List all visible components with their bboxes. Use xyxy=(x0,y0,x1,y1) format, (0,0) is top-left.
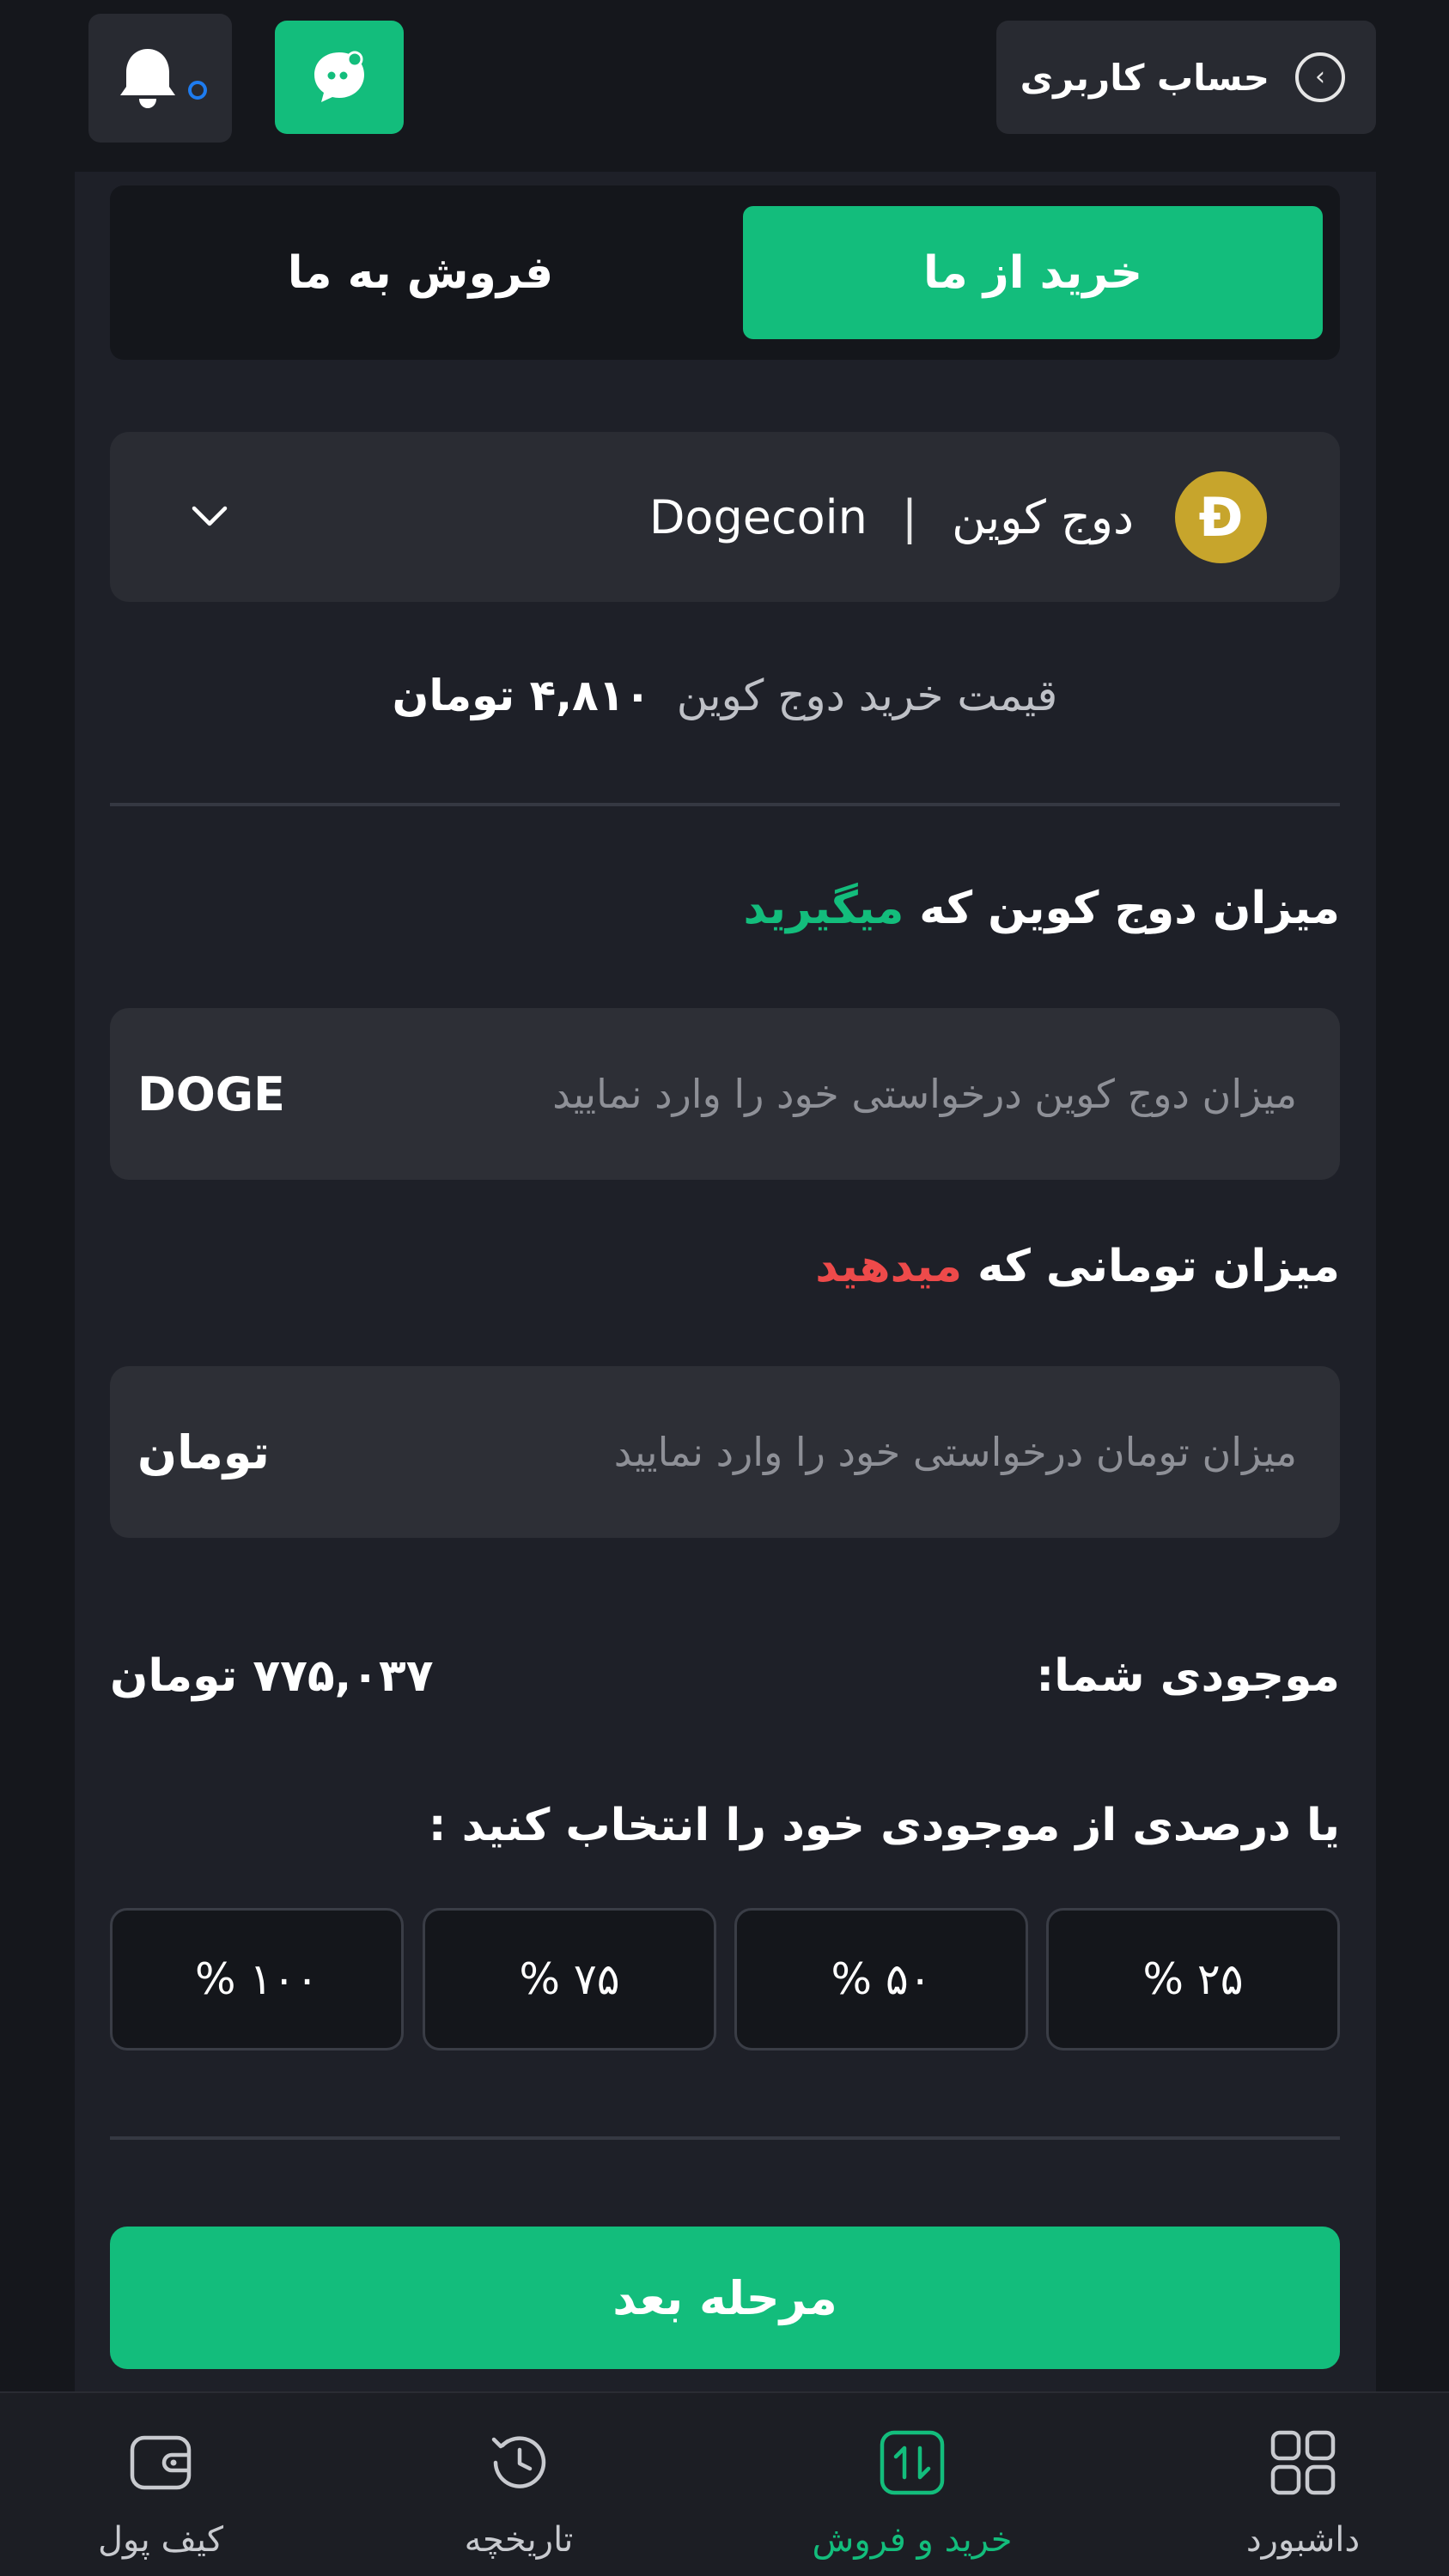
percent-label-text: یا درصدی از موجودی خود را انتخاب کنید : xyxy=(428,1800,1340,1851)
chat-bubble-icon xyxy=(314,51,364,102)
coin-name-separator: | xyxy=(901,489,918,544)
balance-value: ۷۷۵,۰۳۷ تومان xyxy=(110,1650,434,1702)
coin-name-fa: دوج کوین xyxy=(952,489,1134,544)
nav-label-trade: خرید و فروش xyxy=(812,2520,1013,2560)
dogecoin-logo-icon: Ð xyxy=(1175,471,1267,563)
nav-label-dashboard: داشبورد xyxy=(1245,2520,1361,2560)
percent-75-button[interactable]: ۷۵ % xyxy=(423,1908,716,2050)
exchange-icon xyxy=(880,2430,945,2495)
percent-100-button[interactable]: ۱۰۰ % xyxy=(110,1908,404,2050)
percent-50-button[interactable]: ۵۰ % xyxy=(734,1908,1028,2050)
account-button[interactable]: حساب کاربری ‹ xyxy=(996,21,1376,134)
trade-tabs: خرید از ما فروش به ما xyxy=(110,185,1340,360)
bottom-nav: داشبورد خرید و فروش تاریخچه کیف پول xyxy=(0,2391,1449,2576)
notifications-button[interactable] xyxy=(88,14,232,143)
pay-amount-label: میزان تومانی که میدهید xyxy=(110,1232,1340,1301)
buy-price-value: ۴,۸۱۰ تومان xyxy=(392,671,651,720)
receive-label-text: میزان دوج کوین که xyxy=(919,883,1340,934)
divider xyxy=(110,803,1340,806)
percent-25-button[interactable]: ۲۵ % xyxy=(1046,1908,1340,2050)
coin-selector[interactable]: Ð Dogecoin | دوج کوین xyxy=(110,432,1340,602)
nav-item-history[interactable]: تاریخچه xyxy=(381,2427,656,2573)
nav-label-history: تاریخچه xyxy=(464,2520,574,2560)
coin-name: Dogecoin | دوج کوین xyxy=(649,432,1134,602)
balance-row: موجودی شما: ۷۷۵,۰۳۷ تومان xyxy=(110,1642,1340,1710)
account-label: حساب کاربری xyxy=(1020,56,1269,99)
buy-price: قیمت خرید دوج کوین ۴,۸۱۰ تومان xyxy=(110,661,1340,730)
tab-buy[interactable]: خرید از ما xyxy=(743,206,1323,339)
grid-icon xyxy=(1270,2430,1336,2495)
pay-unit: تومان xyxy=(137,1425,270,1479)
top-bar: حساب کاربری ‹ xyxy=(0,0,1449,167)
receive-label-highlight: میگیرید xyxy=(743,883,904,934)
nav-label-wallet: کیف پول xyxy=(97,2520,224,2560)
divider xyxy=(110,2136,1340,2140)
nav-item-wallet[interactable]: کیف پول xyxy=(23,2427,298,2573)
percent-options: ۲۵ % ۵۰ % ۷۵ % ۱۰۰ % xyxy=(110,1908,1340,2050)
pay-label-highlight: میدهید xyxy=(815,1241,963,1292)
percent-label: یا درصدی از موجودی خود را انتخاب کنید : xyxy=(110,1791,1340,1860)
tab-sell[interactable]: فروش به ما xyxy=(131,206,710,339)
bell-icon xyxy=(119,49,175,108)
receive-amount-label: میزان دوج کوین که میگیرید xyxy=(110,874,1340,943)
coin-name-en: Dogecoin xyxy=(648,489,868,544)
buy-price-label: قیمت خرید دوج کوین xyxy=(676,671,1058,720)
receive-amount-field[interactable]: DOGE xyxy=(110,1008,1340,1180)
notification-dot xyxy=(188,81,207,100)
history-icon xyxy=(491,2436,546,2488)
receive-amount-input[interactable] xyxy=(440,1008,1299,1180)
chevron-left-circle-icon: ‹ xyxy=(1295,52,1345,102)
support-chat-button[interactable] xyxy=(275,21,404,134)
nav-item-trade[interactable]: خرید و فروش xyxy=(775,2427,1050,2573)
nav-item-dashboard[interactable]: داشبورد xyxy=(1166,2427,1440,2573)
pay-amount-input[interactable] xyxy=(440,1366,1299,1538)
wallet-icon xyxy=(130,2435,192,2490)
chevron-down-icon xyxy=(184,490,235,542)
balance-label: موجودی شما: xyxy=(1036,1650,1340,1702)
pay-amount-field[interactable]: تومان xyxy=(110,1366,1340,1538)
next-step-button[interactable]: مرحله بعد xyxy=(110,2227,1340,2369)
receive-unit: DOGE xyxy=(137,1066,285,1121)
pay-label-text: میزان تومانی که xyxy=(977,1241,1340,1292)
